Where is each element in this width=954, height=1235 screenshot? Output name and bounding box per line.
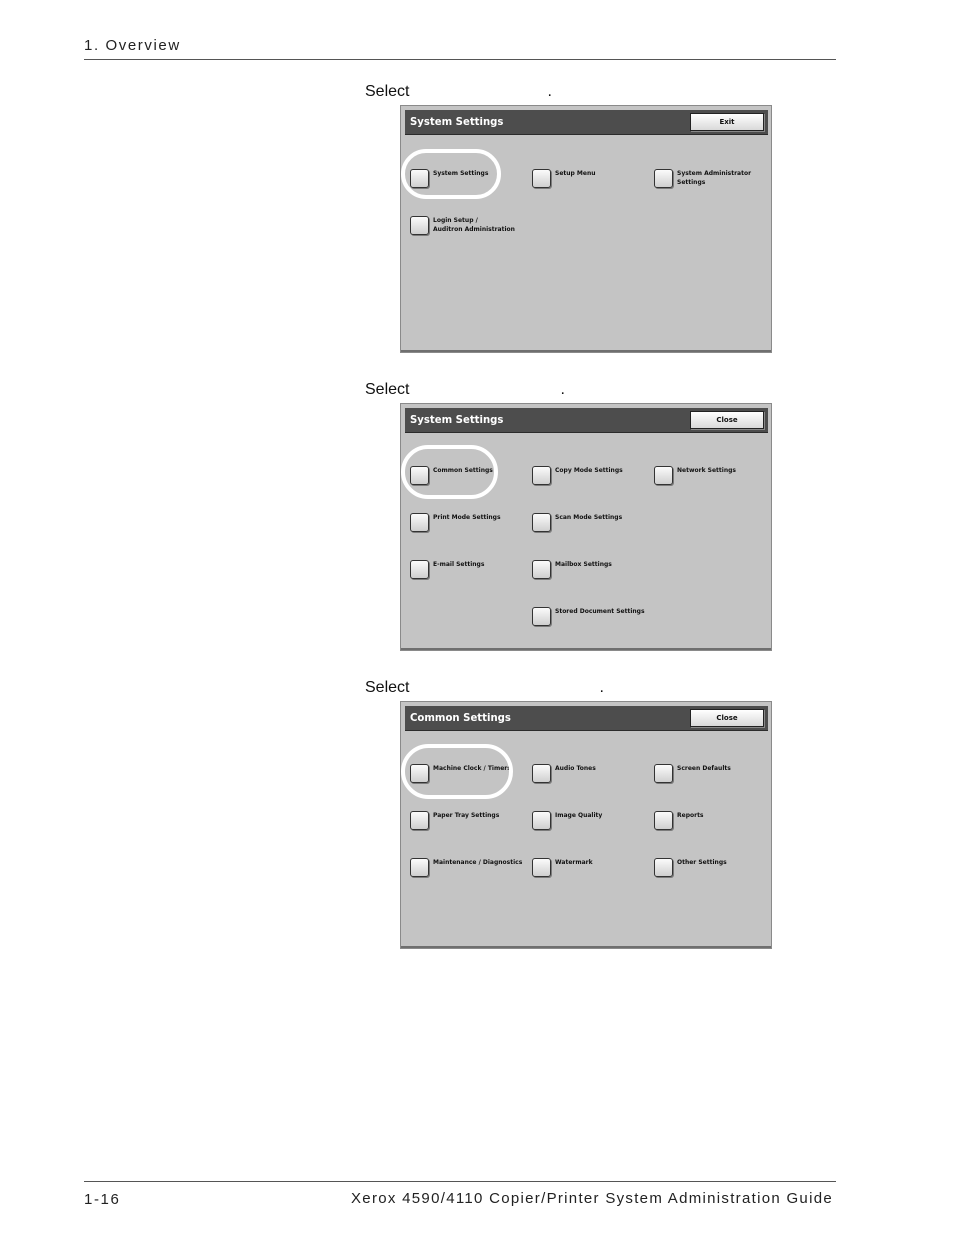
header-rule <box>84 59 836 60</box>
option-checkbox[interactable] <box>654 169 673 188</box>
option-audio-tones[interactable]: Audio Tones <box>532 764 650 796</box>
option-checkbox[interactable] <box>410 216 429 235</box>
screen-1-title: System Settings <box>410 115 504 128</box>
option-checkbox[interactable] <box>532 764 551 783</box>
step-1-instruction: Select. <box>365 83 552 100</box>
option-paper-tray-settings[interactable]: Paper Tray Settings <box>410 811 528 843</box>
page-number: 1-16 <box>84 1191 121 1208</box>
screen-1-system-settings-menu: System Settings Exit System Settings Set… <box>400 105 772 353</box>
option-checkbox[interactable] <box>532 466 551 485</box>
option-scan-mode-settings[interactable]: Scan Mode Settings <box>532 513 650 545</box>
option-copy-mode-settings[interactable]: Copy Mode Settings <box>532 466 650 498</box>
option-checkbox[interactable] <box>654 858 673 877</box>
running-header: 1. Overview <box>84 37 181 54</box>
screen-1-titlebar: System Settings Exit <box>405 110 768 135</box>
option-checkbox[interactable] <box>654 811 673 830</box>
screen-2-system-settings: System Settings Close Common Settings Co… <box>400 403 772 651</box>
guide-title: Xerox 4590/4110 Copier/Printer System Ad… <box>351 1190 833 1207</box>
option-screen-defaults[interactable]: Screen Defaults <box>654 764 772 796</box>
screen-3-title: Common Settings <box>410 711 511 724</box>
option-checkbox[interactable] <box>410 858 429 877</box>
close-button[interactable]: Close <box>690 709 764 727</box>
option-login-setup-auditron[interactable]: Login Setup / Auditron Administration <box>410 216 528 248</box>
option-checkbox[interactable] <box>410 513 429 532</box>
highlight-ring <box>401 744 513 799</box>
close-button[interactable]: Close <box>690 411 764 429</box>
option-reports[interactable]: Reports <box>654 811 772 843</box>
option-checkbox[interactable] <box>654 764 673 783</box>
option-checkbox[interactable] <box>410 811 429 830</box>
option-watermark[interactable]: Watermark <box>532 858 650 890</box>
option-email-settings[interactable]: E-mail Settings <box>410 560 528 592</box>
option-checkbox[interactable] <box>532 607 551 626</box>
option-mailbox-settings[interactable]: Mailbox Settings <box>532 560 650 592</box>
option-checkbox[interactable] <box>532 858 551 877</box>
highlight-ring <box>401 149 501 199</box>
option-setup-menu[interactable]: Setup Menu <box>532 169 650 201</box>
option-print-mode-settings[interactable]: Print Mode Settings <box>410 513 528 545</box>
option-stored-document-settings[interactable]: Stored Document Settings <box>532 607 650 639</box>
option-checkbox[interactable] <box>410 560 429 579</box>
option-system-administrator-settings[interactable]: System Administrator Settings <box>654 169 772 201</box>
option-checkbox[interactable] <box>532 513 551 532</box>
step-3-instruction: Select. <box>365 679 604 696</box>
screen-2-titlebar: System Settings Close <box>405 408 768 433</box>
option-maintenance-diagnostics[interactable]: Maintenance / Diagnostics <box>410 858 528 890</box>
screen-3-titlebar: Common Settings Close <box>405 706 768 731</box>
option-checkbox[interactable] <box>532 811 551 830</box>
footer-rule <box>84 1181 836 1182</box>
option-checkbox[interactable] <box>654 466 673 485</box>
option-image-quality[interactable]: Image Quality <box>532 811 650 843</box>
option-checkbox[interactable] <box>532 560 551 579</box>
option-checkbox[interactable] <box>532 169 551 188</box>
highlight-ring <box>401 445 498 499</box>
option-other-settings[interactable]: Other Settings <box>654 858 772 890</box>
option-network-settings[interactable]: Network Settings <box>654 466 772 498</box>
exit-button[interactable]: Exit <box>690 113 764 131</box>
step-2-instruction: Select. <box>365 381 565 398</box>
screen-3-common-settings: Common Settings Close Machine Clock / Ti… <box>400 701 772 949</box>
screen-2-title: System Settings <box>410 413 504 426</box>
